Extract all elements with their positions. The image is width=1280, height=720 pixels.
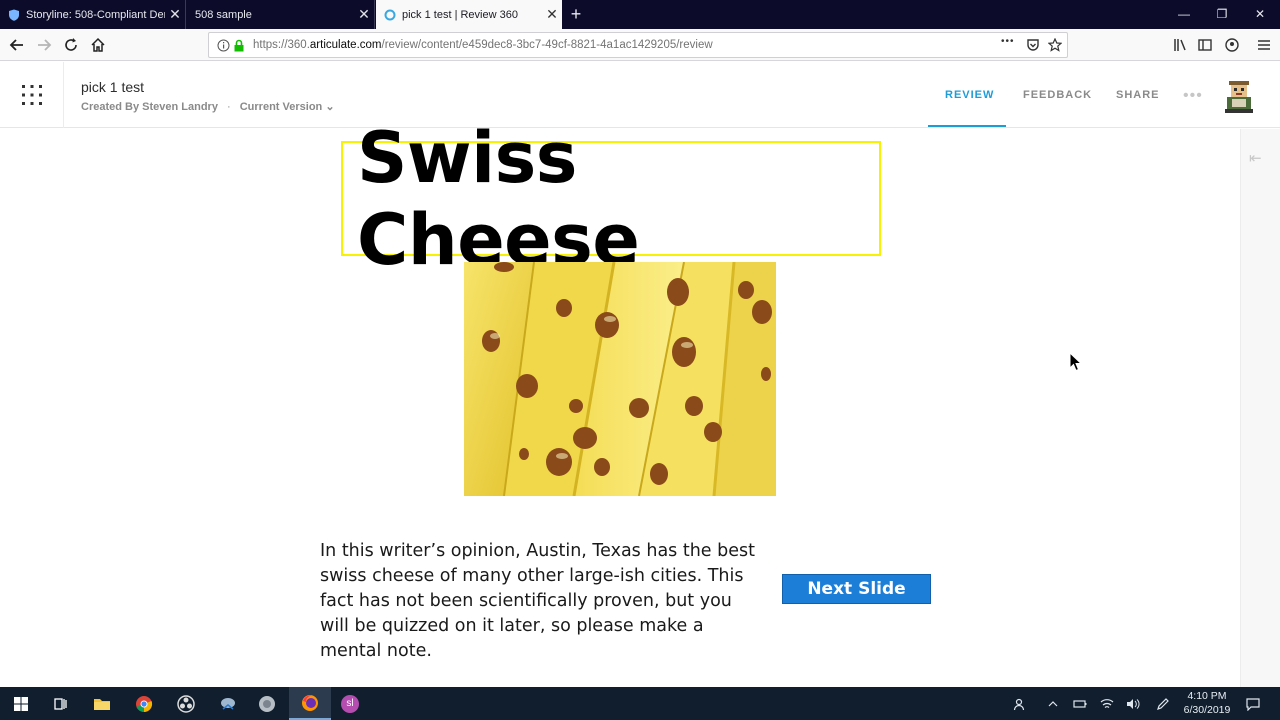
loading-circle-icon (384, 9, 396, 20)
app-generic-button[interactable] (246, 687, 288, 720)
menu-button[interactable] (1252, 33, 1276, 57)
info-icon[interactable] (215, 37, 231, 53)
bookmark-star-icon[interactable] (1047, 37, 1063, 53)
windows-taskbar: sl 4:10 PM 6/30/2019 (0, 687, 1280, 720)
collapse-panel-icon[interactable]: ⇤ (1249, 149, 1269, 167)
tab-share[interactable]: SHARE (1116, 89, 1160, 101)
file-explorer-button[interactable] (81, 687, 123, 720)
storyline-icon: sl (341, 694, 359, 713)
library-button[interactable] (1168, 33, 1192, 57)
swiss-cheese-image (464, 262, 776, 496)
mail-button[interactable] (207, 687, 249, 720)
firefox-icon (302, 694, 318, 711)
url-bar[interactable]: https://360.articulate.com/review/conten… (208, 32, 1068, 58)
account-button[interactable] (1220, 33, 1244, 57)
url-prefix: https://360. (253, 39, 310, 51)
separator: · (227, 101, 231, 113)
slide-title-box: Swiss Cheese (341, 117, 881, 281)
storyline-button[interactable]: sl (329, 687, 371, 720)
firefox-button[interactable] (289, 687, 331, 720)
obs-icon (177, 694, 195, 713)
pen-icon[interactable] (1150, 687, 1176, 720)
url-text[interactable]: https://360.articulate.com/review/conten… (253, 39, 713, 51)
maximize-button[interactable]: ❐ (1203, 0, 1241, 29)
hamburger-icon (1258, 40, 1270, 50)
right-panel: ⇤ (1240, 129, 1280, 687)
chevron-down-icon: ⌄ (325, 101, 335, 113)
task-view-icon (54, 697, 67, 710)
close-icon[interactable]: ✕ (165, 6, 185, 23)
close-icon[interactable]: ✕ (354, 6, 374, 23)
chrome-icon (136, 695, 153, 712)
created-by-label: Created By Steven Landry (81, 101, 218, 113)
avatar[interactable] (1224, 79, 1254, 113)
back-button[interactable] (5, 33, 29, 57)
sidebar-button[interactable] (1193, 33, 1217, 57)
app-generic-icon (259, 695, 275, 712)
people-icon[interactable] (1007, 687, 1033, 720)
project-title: pick 1 test (81, 79, 145, 95)
page-actions-menu[interactable]: ••• (1001, 36, 1015, 47)
version-label: Current Version (239, 101, 323, 113)
url-path: /review/content/e459dec8-3bc7-49cf-8821-… (381, 39, 713, 51)
mouse-cursor-icon (1069, 352, 1083, 372)
battery-icon[interactable] (1067, 687, 1093, 720)
start-button[interactable] (0, 687, 42, 720)
close-icon[interactable]: ✕ (542, 6, 562, 23)
lock-icon[interactable] (231, 37, 247, 53)
url-domain: articulate.com (309, 39, 382, 51)
tab-feedback[interactable]: FEEDBACK (1023, 89, 1092, 101)
app-launcher-button[interactable] (0, 62, 64, 128)
minimize-button[interactable]: — (1165, 0, 1203, 29)
clock-date: 6/30/2019 (1183, 704, 1231, 716)
home-icon (91, 37, 105, 52)
slide-body-text: In this writer’s opinion, Austin, Texas … (320, 541, 755, 661)
project-meta: Created By Steven Landry · Current Versi… (81, 100, 335, 113)
mail-bird-icon (221, 697, 235, 710)
next-slide-button[interactable]: Next Slide (782, 574, 931, 604)
chevron-up-icon[interactable] (1040, 687, 1066, 720)
active-tab-indicator (928, 125, 1006, 127)
arrow-left-icon (9, 39, 23, 51)
tab-review[interactable]: REVIEW (945, 89, 994, 101)
clock-time: 4:10 PM (1187, 690, 1227, 702)
folder-icon (94, 698, 110, 710)
reload-icon (65, 38, 77, 51)
browser-nav-bar: https://360.articulate.com/review/conten… (0, 29, 1280, 61)
windows-logo-icon (14, 696, 28, 711)
system-clock[interactable]: 4:10 PM 6/30/2019 (1176, 689, 1238, 717)
volume-icon[interactable] (1120, 687, 1146, 720)
obs-button[interactable] (165, 687, 207, 720)
tab-508-sample[interactable]: 508 sample ✕ (187, 0, 375, 29)
pocket-icon[interactable] (1025, 37, 1041, 53)
version-dropdown[interactable]: Current Version ⌄ (240, 101, 335, 113)
slide-viewer: Swiss Cheese In this writer’s opinion, A… (0, 117, 1240, 687)
browser-tab-strip: Storyline: 508-Compliant Demo ✕ 508 samp… (0, 0, 1280, 29)
grid-icon (21, 85, 42, 105)
wifi-icon[interactable] (1094, 687, 1120, 720)
tab-title: pick 1 test | Review 360 (402, 8, 518, 21)
reload-button[interactable] (59, 33, 83, 57)
more-options-button[interactable]: ••• (1183, 87, 1203, 105)
tab-title: Storyline: 508-Compliant Demo (26, 8, 165, 21)
account-icon (1225, 38, 1239, 52)
task-view-button[interactable] (39, 687, 81, 720)
chrome-button[interactable] (123, 687, 165, 720)
close-window-button[interactable]: ✕ (1241, 0, 1279, 29)
tab-pick-1-test[interactable]: pick 1 test | Review 360 ✕ (376, 0, 562, 29)
tab-storyline-demo[interactable]: Storyline: 508-Compliant Demo ✕ (0, 0, 186, 29)
shield-icon (9, 9, 19, 21)
tab-title: 508 sample (195, 8, 252, 21)
new-tab-button[interactable]: + (565, 4, 587, 24)
library-icon (1174, 39, 1186, 51)
notifications-icon[interactable] (1240, 687, 1266, 720)
home-button[interactable] (86, 33, 110, 57)
sidebar-icon (1198, 39, 1212, 51)
forward-button[interactable] (32, 33, 56, 57)
arrow-right-icon (38, 39, 52, 51)
slide-title: Swiss Cheese (357, 116, 640, 281)
